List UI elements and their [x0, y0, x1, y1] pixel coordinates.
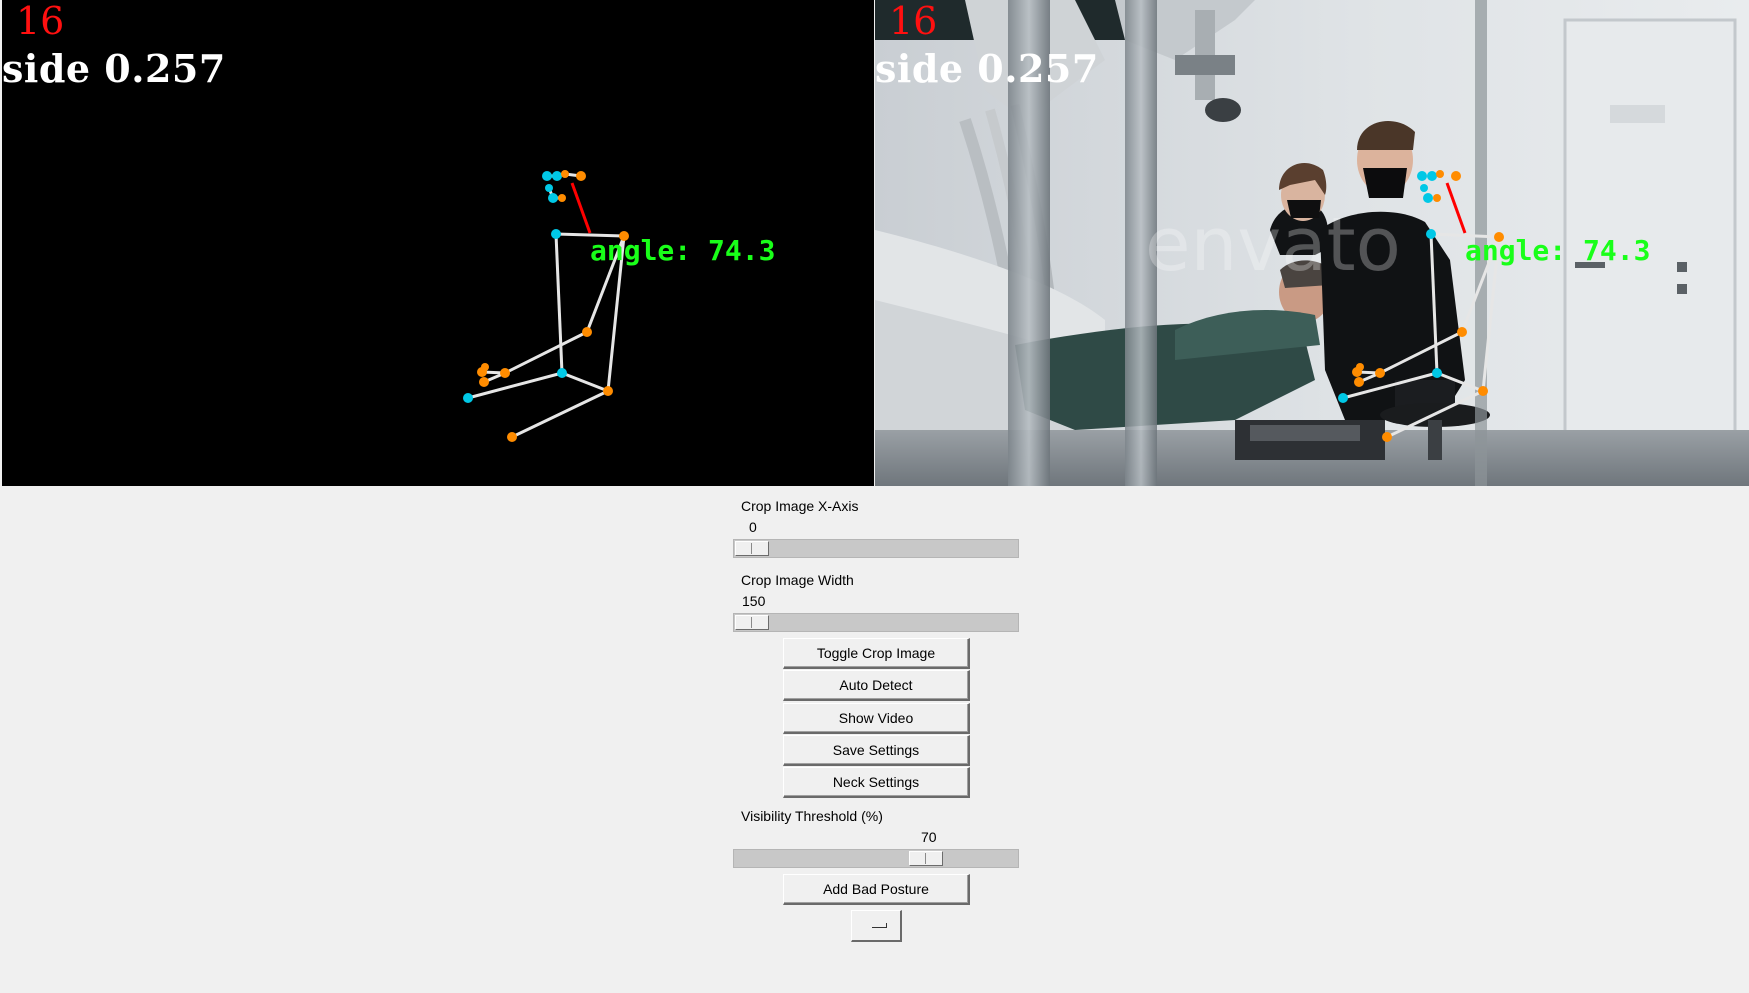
- save-settings-button[interactable]: Save Settings: [783, 735, 970, 766]
- add-bad-posture-button[interactable]: Add Bad Posture: [783, 874, 970, 905]
- app-window: 16 side 0.257 angle: 74.3 envato 16 side…: [0, 0, 1749, 993]
- watermark-text: envato: [1145, 202, 1401, 288]
- toggle-crop-button[interactable]: Toggle Crop Image: [783, 638, 970, 669]
- crop-x-slider-thumb[interactable]: [735, 541, 769, 556]
- show-video-button[interactable]: Show Video: [783, 703, 970, 734]
- visibility-threshold-slider[interactable]: [733, 849, 1019, 868]
- crop-x-slider[interactable]: [733, 539, 1019, 558]
- crop-x-value: 0: [749, 519, 757, 535]
- return-button[interactable]: [851, 910, 902, 942]
- frame-number: 16: [889, 0, 938, 43]
- neck-settings-button[interactable]: Neck Settings: [783, 767, 970, 798]
- auto-detect-button[interactable]: Auto Detect: [783, 670, 970, 701]
- crop-width-label: Crop Image Width: [741, 572, 854, 588]
- visibility-threshold-slider-thumb[interactable]: [908, 851, 943, 866]
- frame-number: 16: [16, 0, 65, 43]
- crop-width-slider-thumb[interactable]: [735, 615, 769, 630]
- neck-angle-readout: angle: 74.3: [590, 234, 776, 267]
- video-frame-view: envato 16 side 0.257 angle: 74.3: [875, 0, 1749, 486]
- crop-width-value: 150: [742, 593, 766, 609]
- side-score: side 0.257: [2, 46, 226, 91]
- crop-width-slider[interactable]: [733, 613, 1019, 632]
- return-icon: [872, 923, 887, 928]
- visibility-threshold-label: Visibility Threshold (%): [741, 808, 883, 824]
- neck-angle-readout: angle: 74.3: [1465, 234, 1651, 267]
- pose-skeleton-view: 16 side 0.257 angle: 74.3: [2, 0, 874, 486]
- side-score: side 0.257: [875, 46, 1099, 91]
- crop-x-label: Crop Image X-Axis: [741, 498, 859, 514]
- visibility-threshold-value: 70: [921, 829, 937, 845]
